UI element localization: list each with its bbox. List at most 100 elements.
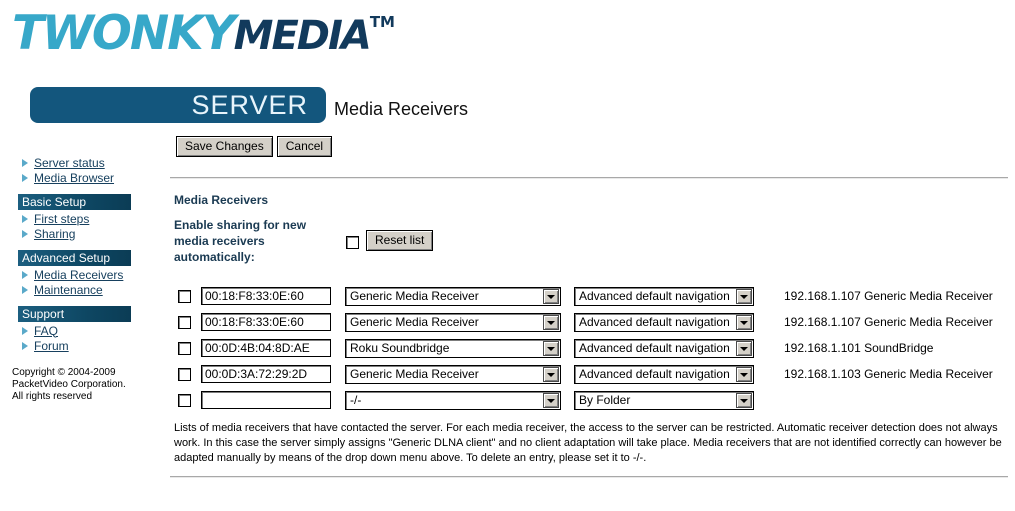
enable-sharing-checkbox[interactable] [346, 236, 359, 249]
navigation-select[interactable]: Advanced default navigation [574, 312, 754, 332]
sidebar-item-label[interactable]: Media Receivers [34, 268, 123, 282]
server-banner: SERVER [30, 87, 326, 123]
copyright-block: Copyright © 2004-2009 PacketVideo Corpor… [12, 367, 170, 403]
section-title: Media Receivers [174, 193, 269, 207]
logo-twonky-text: TWONKY [12, 6, 236, 61]
divider-bottom [170, 476, 1008, 478]
navigation-select[interactable]: By Folder [574, 390, 754, 410]
device-type-value: Roku Soundbridge [350, 340, 450, 355]
save-changes-button[interactable]: Save Changes [176, 136, 273, 157]
enable-sharing-label: Enable sharing for new media receivers a… [174, 218, 307, 264]
row-select-checkbox[interactable] [178, 367, 191, 381]
sidebar-item-first-steps[interactable]: First steps [22, 211, 170, 226]
copyright-line-1: Copyright © 2004-2009 [12, 367, 116, 378]
arrow-right-icon [22, 214, 28, 223]
divider-top [170, 177, 1008, 179]
device-ip-info: 192.168.1.107 Generic Media Receiver [784, 315, 993, 329]
sidebar-item-label[interactable]: FAQ [34, 324, 58, 338]
chevron-down-icon[interactable] [543, 340, 559, 356]
device-ip-info: 192.168.1.101 SoundBridge [784, 341, 934, 355]
sidebar-item-faq[interactable]: FAQ [22, 323, 170, 338]
navigation-value: Advanced default navigation [579, 366, 730, 381]
enable-sharing-row: Enable sharing for new media receivers a… [170, 217, 1015, 275]
logo-media-text: MEDIA [233, 13, 372, 59]
device-type-select[interactable]: Generic Media Receiver [345, 286, 561, 306]
arrow-right-icon [22, 326, 28, 335]
row-select-checkbox[interactable] [178, 315, 191, 329]
device-type-select[interactable]: -/- [345, 390, 561, 410]
arrow-right-icon [22, 341, 28, 350]
navigation-select[interactable]: Advanced default navigation [574, 338, 754, 358]
navigation-value: Advanced default navigation [579, 340, 730, 355]
sidebar-item-media-browser[interactable]: Media Browser [22, 170, 170, 185]
help-description: Lists of media receivers that have conta… [174, 422, 1002, 464]
navigation-value: By Folder [579, 392, 631, 407]
device-type-value: Generic Media Receiver [350, 314, 479, 329]
device-type-value: -/- [350, 392, 362, 407]
device-ip-info: 192.168.1.103 Generic Media Receiver [784, 367, 993, 381]
sidebar-item-label[interactable]: Maintenance [34, 283, 103, 297]
table-row: -/- By Folder [170, 387, 1015, 413]
navigation-select[interactable]: Advanced default navigation [574, 286, 754, 306]
sidebar-item-maintenance[interactable]: Maintenance [22, 282, 170, 297]
arrow-right-icon [22, 270, 28, 279]
device-type-value: Generic Media Receiver [350, 288, 479, 303]
copyright-line-3: All rights reserved [12, 391, 93, 402]
arrow-right-icon [22, 229, 28, 238]
row-select-checkbox[interactable] [178, 393, 191, 407]
server-banner-label: SERVER [191, 90, 308, 120]
sidebar-item-label[interactable]: Forum [34, 339, 69, 353]
cancel-button[interactable]: Cancel [276, 136, 333, 157]
row-select-checkbox[interactable] [178, 289, 191, 303]
sidebar-item-label[interactable]: Sharing [34, 227, 75, 241]
mac-address-input[interactable] [201, 339, 331, 357]
copyright-line-2: PacketVideo Corporation. [12, 379, 126, 390]
chevron-down-icon[interactable] [543, 288, 559, 304]
table-row: Roku Soundbridge Advanced default naviga… [170, 335, 1015, 361]
sidebar-item-label[interactable]: First steps [34, 212, 89, 226]
sidebar-item-media-receivers[interactable]: Media Receivers [22, 267, 170, 282]
sidebar-heading-advanced-setup: Advanced Setup [18, 250, 131, 266]
device-type-select[interactable]: Roku Soundbridge [345, 338, 561, 358]
sidebar-item-forum[interactable]: Forum [22, 338, 170, 353]
device-type-select[interactable]: Generic Media Receiver [345, 364, 561, 384]
table-row: Generic Media Receiver Advanced default … [170, 361, 1015, 387]
chevron-down-icon[interactable] [736, 340, 752, 356]
nav-group-support: Support FAQ Forum [0, 306, 170, 353]
chevron-down-icon[interactable] [543, 314, 559, 330]
mac-address-input[interactable] [201, 365, 331, 383]
chevron-down-icon[interactable] [543, 392, 559, 408]
page-title: Media Receivers [334, 99, 469, 119]
chevron-down-icon[interactable] [736, 392, 752, 408]
navigation-select[interactable]: Advanced default navigation [574, 364, 754, 384]
navigation-value: Advanced default navigation [579, 314, 730, 329]
trademark-symbol: TM [369, 13, 395, 31]
arrow-right-icon [22, 173, 28, 182]
chevron-down-icon[interactable] [736, 366, 752, 382]
sidebar-item-sharing[interactable]: Sharing [22, 226, 170, 241]
sidebar-item-label[interactable]: Media Browser [34, 171, 114, 185]
reset-list-button[interactable]: Reset list [366, 230, 434, 251]
nav-group-advanced-setup: Advanced Setup Media Receivers Maintenan… [0, 250, 170, 297]
sidebar-item-server-status[interactable]: Server status [22, 155, 170, 170]
mac-address-input[interactable] [201, 287, 331, 305]
chevron-down-icon[interactable] [543, 366, 559, 382]
form-toolbar: Save Changes Cancel [176, 136, 1015, 157]
mac-address-input[interactable] [201, 313, 331, 331]
sidebar: Server status Media Browser Basic Setup … [0, 155, 170, 403]
mac-address-input[interactable] [201, 391, 331, 409]
navigation-value: Advanced default navigation [579, 288, 730, 303]
arrow-right-icon [22, 285, 28, 294]
row-select-checkbox[interactable] [178, 341, 191, 355]
arrow-right-icon [22, 158, 28, 167]
sidebar-item-label[interactable]: Server status [34, 156, 105, 170]
logo-wordmark: TWONKYMEDIATM [12, 6, 395, 61]
twonky-media-server-page: TWONKYMEDIATM SERVER Media Receivers Ser… [0, 0, 1015, 511]
chevron-down-icon[interactable] [736, 288, 752, 304]
chevron-down-icon[interactable] [736, 314, 752, 330]
table-row: Generic Media Receiver Advanced default … [170, 283, 1015, 309]
sidebar-heading-basic-setup: Basic Setup [18, 194, 131, 210]
device-type-select[interactable]: Generic Media Receiver [345, 312, 561, 332]
table-row: Generic Media Receiver Advanced default … [170, 309, 1015, 335]
media-receivers-table: Generic Media Receiver Advanced default … [170, 283, 1015, 413]
